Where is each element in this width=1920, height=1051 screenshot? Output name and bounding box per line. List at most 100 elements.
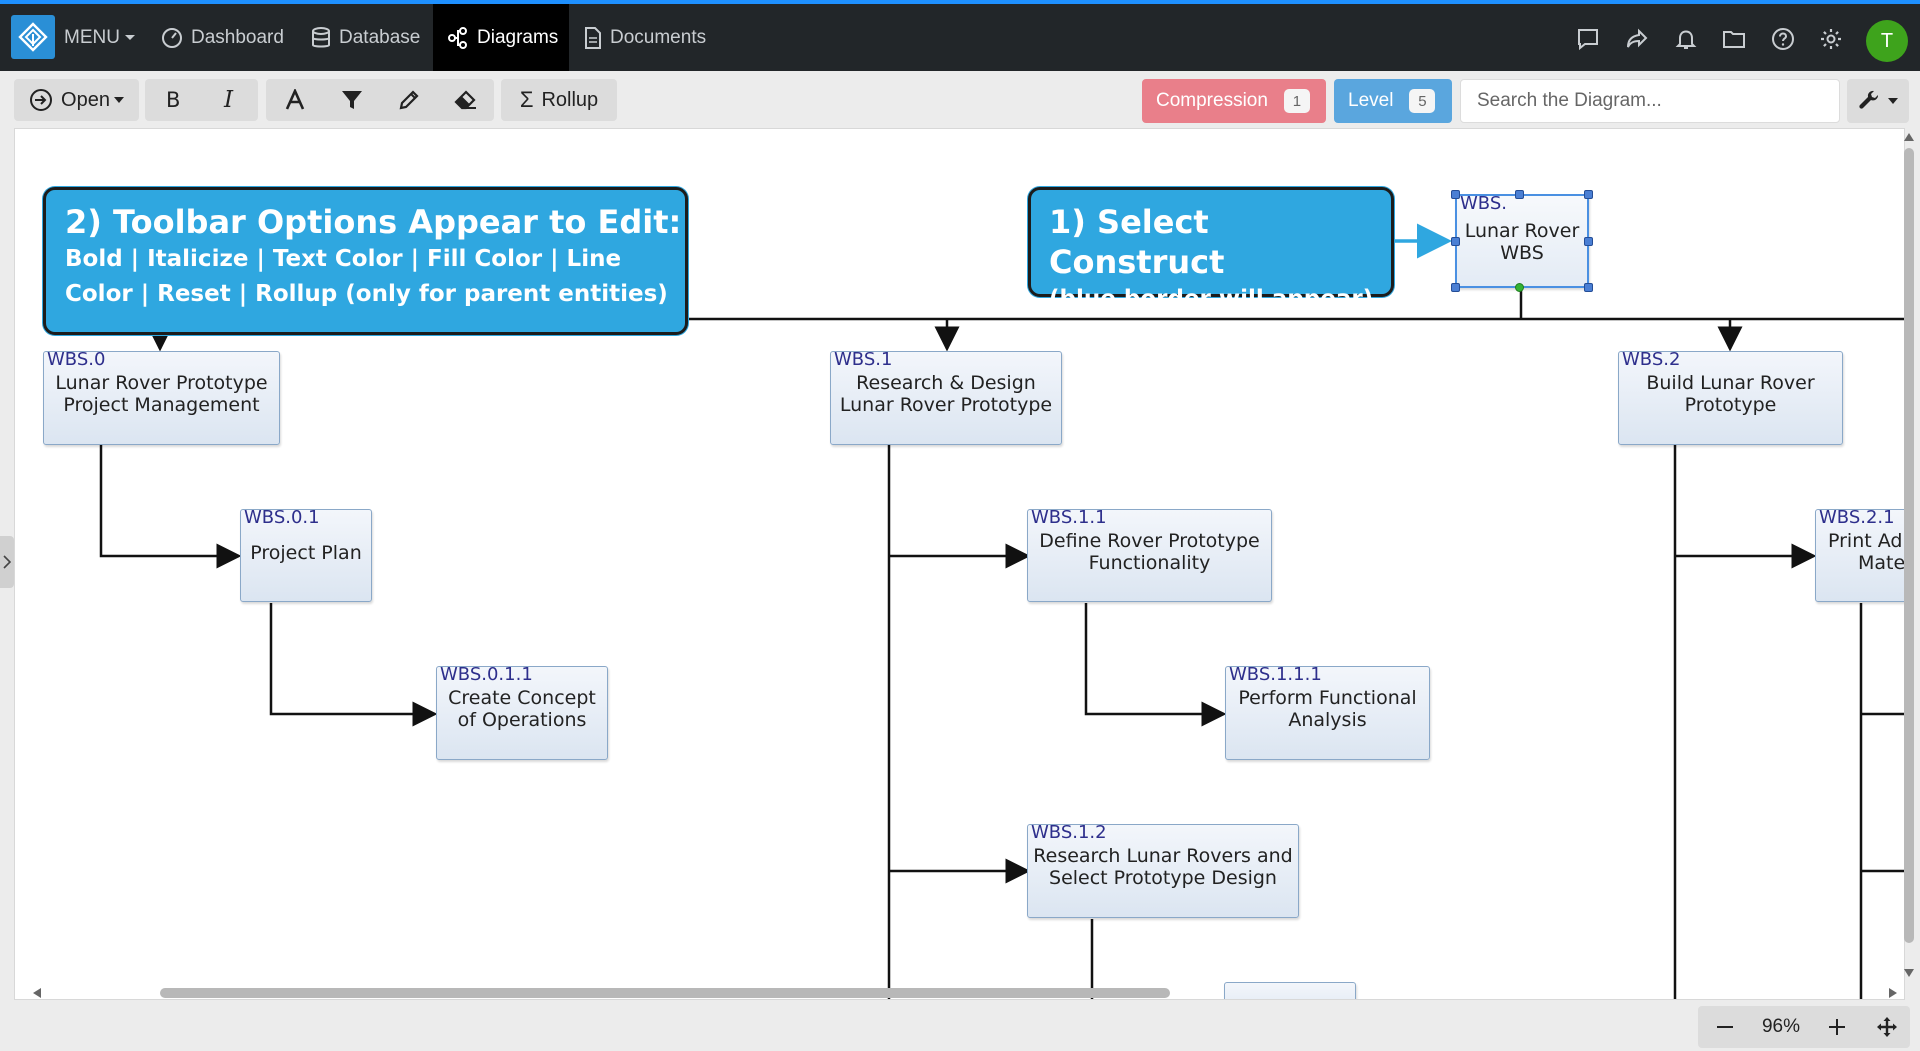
scroll-down-arrow-icon[interactable] bbox=[1903, 968, 1915, 978]
bold-button[interactable]: B bbox=[145, 79, 202, 121]
open-button[interactable]: Open bbox=[14, 79, 139, 121]
zoom-controls: 96% bbox=[1698, 1006, 1910, 1048]
wbs-node-id: WBS.1.2 bbox=[1031, 822, 1107, 843]
wbs-node-title-line1: Define Rover Prototype bbox=[1039, 530, 1260, 552]
filter-funnel-icon bbox=[341, 91, 362, 109]
connection-handle[interactable] bbox=[1515, 283, 1524, 292]
callout-title: 2) Toolbar Options Appear to Edit: bbox=[65, 203, 682, 241]
wbs-node-id: WBS.0 bbox=[47, 349, 106, 370]
share-icon[interactable] bbox=[1624, 26, 1650, 52]
wbs-node-0-1-1[interactable]: WBS.0.1.1 Create Concept of Operations bbox=[436, 664, 608, 760]
format-color-group bbox=[266, 79, 494, 121]
pan-button[interactable] bbox=[1864, 1006, 1910, 1048]
folder-icon[interactable] bbox=[1721, 26, 1747, 52]
reset-button[interactable] bbox=[437, 79, 494, 121]
sigma-icon: Σ bbox=[519, 87, 534, 112]
callout-line: Bold | Italicize | Text Color | Fill Col… bbox=[65, 246, 622, 272]
wbs-node-root[interactable]: WBS. Lunar Rover WBS bbox=[1451, 190, 1593, 292]
app-logo-icon[interactable] bbox=[11, 15, 55, 59]
wbs-node-1-2[interactable]: WBS.1.2 Research Lunar Rovers and Select… bbox=[1027, 822, 1299, 918]
bell-icon[interactable] bbox=[1673, 26, 1699, 52]
nav-dashboard[interactable]: Dashboard bbox=[161, 4, 284, 71]
wbs-node-title-line1: Research & Design bbox=[856, 372, 1036, 394]
diagram-toolbar: Open B I Σ Rollup Compression 1 Level 5 … bbox=[0, 71, 1920, 129]
database-icon bbox=[312, 26, 330, 47]
tools-dropdown-button[interactable] bbox=[1847, 79, 1909, 123]
line-color-button[interactable] bbox=[380, 79, 437, 121]
vertical-scroll-thumb[interactable] bbox=[1904, 148, 1914, 943]
help-icon[interactable] bbox=[1770, 26, 1796, 52]
fill-color-button[interactable] bbox=[323, 79, 380, 121]
wbs-node-title-line2: WBS bbox=[1500, 242, 1544, 264]
horizontal-scroll-thumb[interactable] bbox=[160, 988, 1170, 998]
rollup-button[interactable]: Σ Rollup bbox=[501, 79, 617, 121]
resize-handle[interactable] bbox=[1584, 190, 1593, 199]
diagram-canvas[interactable]: WBS. Lunar Rover WBS WBS.0 Lunar Rover P… bbox=[14, 128, 1905, 1000]
resize-handle[interactable] bbox=[1451, 283, 1460, 292]
vertical-scrollbar[interactable] bbox=[1902, 128, 1916, 983]
eraser-icon bbox=[453, 90, 476, 110]
wbs-node-id: WBS.0.1.1 bbox=[440, 664, 533, 685]
wbs-node-2[interactable]: WBS.2 Build Lunar Rover Prototype bbox=[1618, 349, 1843, 445]
wbs-node-id: WBS. bbox=[1460, 193, 1507, 214]
wrench-icon bbox=[1859, 90, 1879, 109]
wbs-node-0-1[interactable]: WBS.0.1 Project Plan bbox=[240, 507, 372, 602]
wbs-node-1-1-1[interactable]: WBS.1.1.1 Perform Functional Analysis bbox=[1225, 664, 1430, 760]
resize-handle[interactable] bbox=[1451, 190, 1460, 199]
move-arrows-icon bbox=[1877, 1017, 1897, 1037]
user-avatar[interactable]: T bbox=[1866, 20, 1908, 62]
menu-dropdown[interactable]: MENU bbox=[64, 4, 144, 71]
nav-diagrams[interactable]: Diagrams bbox=[433, 4, 569, 71]
level-button[interactable]: Level 5 bbox=[1334, 79, 1452, 123]
wbs-node-id: WBS.1.1 bbox=[1031, 507, 1107, 528]
diagram-search-input[interactable] bbox=[1460, 79, 1840, 123]
wbs-node-1[interactable]: WBS.1 Research & Design Lunar Rover Prot… bbox=[830, 349, 1062, 445]
nav-database[interactable]: Database bbox=[311, 4, 420, 71]
wbs-node-1-1[interactable]: WBS.1.1 Define Rover Prototype Functiona… bbox=[1027, 507, 1272, 602]
left-panel-toggle[interactable] bbox=[0, 536, 14, 588]
italic-button[interactable]: I bbox=[202, 79, 259, 121]
zoom-level: 96% bbox=[1761, 1016, 1801, 1037]
nav-documents[interactable]: Documents bbox=[584, 4, 706, 71]
caret-down-icon bbox=[124, 34, 135, 40]
compression-button[interactable]: Compression 1 bbox=[1142, 79, 1326, 123]
italic-icon: I bbox=[223, 89, 234, 111]
diagram-tree-icon bbox=[448, 26, 467, 49]
open-button-label: Open bbox=[61, 88, 110, 111]
resize-handle[interactable] bbox=[1451, 237, 1460, 246]
wbs-node-title-line2: Mate bbox=[1858, 552, 1905, 574]
minus-icon bbox=[1717, 1026, 1733, 1028]
wbs-node-title-line1: Lunar Rover bbox=[1464, 220, 1580, 242]
text-color-button[interactable] bbox=[266, 79, 323, 121]
zoom-in-button[interactable] bbox=[1810, 1006, 1864, 1048]
app-window: MENU Dashboard Database Diagrams Documen… bbox=[0, 0, 1920, 1051]
scroll-left-arrow-icon[interactable] bbox=[32, 987, 42, 999]
wbs-node-title-line2: Functionality bbox=[1088, 552, 1211, 574]
compression-count-badge: 1 bbox=[1283, 89, 1310, 113]
scroll-up-arrow-icon[interactable] bbox=[1903, 132, 1915, 142]
nav-documents-label: Documents bbox=[610, 26, 707, 48]
wbs-node-2-1[interactable]: WBS.2.1 Print Ad Mate bbox=[1815, 507, 1905, 602]
wbs-node-title-line2: Lunar Rover Prototype bbox=[839, 394, 1053, 416]
resize-handle[interactable] bbox=[1515, 190, 1524, 199]
callout-line: (blue border will appear) bbox=[1049, 286, 1374, 312]
wbs-node-title-line2: Select Prototype Design bbox=[1049, 867, 1277, 889]
wbs-node-title-line1: Build Lunar Rover bbox=[1646, 372, 1815, 394]
scroll-right-arrow-icon[interactable] bbox=[1888, 987, 1898, 999]
menu-label: MENU bbox=[64, 26, 120, 48]
pencil-icon bbox=[399, 90, 419, 110]
wbs-node-id: WBS.0.1 bbox=[244, 507, 320, 528]
wbs-node-0[interactable]: WBS.0 Lunar Rover Prototype Project Mana… bbox=[43, 349, 280, 445]
resize-handle[interactable] bbox=[1584, 283, 1593, 292]
comment-icon[interactable] bbox=[1575, 26, 1601, 52]
plus-icon bbox=[1829, 1019, 1845, 1035]
svg-text:B: B bbox=[166, 89, 180, 111]
gear-icon[interactable] bbox=[1818, 26, 1844, 52]
wbs-node-id: WBS.2.1 bbox=[1819, 507, 1895, 528]
chevron-right-icon bbox=[3, 555, 11, 569]
select-construct-callout: 1) Select Construct (blue border will ap… bbox=[1028, 187, 1394, 312]
wbs-node-title-line2: Project Management bbox=[63, 394, 260, 416]
horizontal-scrollbar[interactable] bbox=[14, 983, 1897, 999]
zoom-out-button[interactable] bbox=[1698, 1006, 1752, 1048]
resize-handle[interactable] bbox=[1584, 237, 1593, 246]
